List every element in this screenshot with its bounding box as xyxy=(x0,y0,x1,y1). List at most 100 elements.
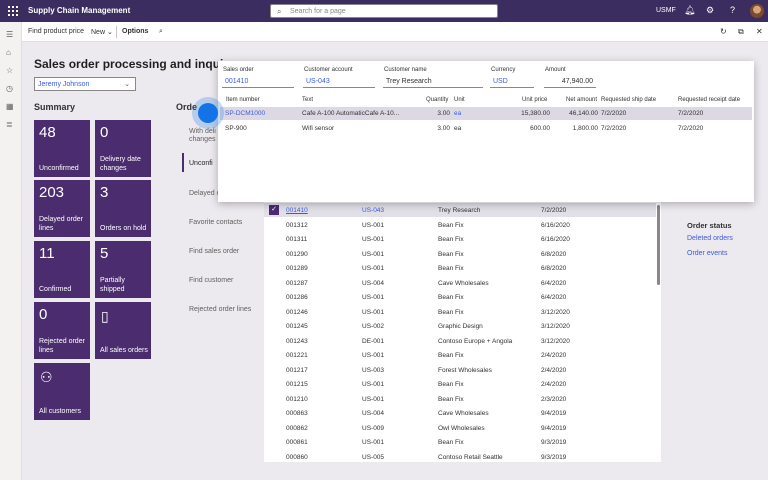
help-icon[interactable]: ? xyxy=(730,5,735,15)
rejected-order-lines-link[interactable]: Rejected order lines xyxy=(189,306,251,313)
deleted-orders-link[interactable]: Deleted orders xyxy=(687,235,733,242)
tile-all-customers[interactable]: ⚇ All customers xyxy=(34,363,90,420)
table-row[interactable]: 001217 US-003 Forest Wholesales 2/4/2020 xyxy=(264,363,656,377)
order-number-cell[interactable]: 001311 xyxy=(286,236,307,243)
table-row[interactable]: ✓ 001410 US-043 Trey Research 7/2/2020 xyxy=(264,203,656,217)
customer-account-cell[interactable]: US-001 xyxy=(362,236,384,243)
find-sales-order-link[interactable]: Find sales order xyxy=(189,248,239,255)
order-number-cell[interactable]: 001410 xyxy=(286,207,308,214)
star-icon[interactable]: ☆ xyxy=(6,66,13,75)
options-button[interactable]: Options xyxy=(122,28,148,35)
home-icon[interactable]: ⌂ xyxy=(6,48,11,57)
checkmark-icon[interactable]: ✓ xyxy=(269,205,279,215)
gear-icon[interactable]: ⚙ xyxy=(706,5,714,16)
close-icon[interactable]: ✕ xyxy=(756,27,763,36)
line-row[interactable]: SP-DCM1000 Cafe A-100 AutomaticCafe A-10… xyxy=(220,107,752,120)
table-row[interactable]: 000862 US-009 Owl Wholesales 9/4/2019 xyxy=(264,421,656,435)
bell-icon[interactable]: 🔔︎ xyxy=(684,5,695,16)
tile-delivery-date-changes[interactable]: 0 Delivery date changes xyxy=(95,120,151,177)
customer-account-cell[interactable]: US-043 xyxy=(362,207,384,214)
line-unit[interactable]: ea xyxy=(454,110,461,117)
tile-partially-shipped[interactable]: 5 Partially shipped xyxy=(95,241,151,298)
customer-account-cell[interactable]: US-001 xyxy=(362,439,384,446)
customer-account-cell[interactable]: US-003 xyxy=(362,367,384,374)
table-row[interactable]: 001312 US-001 Bean Fix 6/16/2020 xyxy=(264,218,656,232)
order-number-cell[interactable]: 001221 xyxy=(286,352,308,359)
find-customer-link[interactable]: Find customer xyxy=(189,277,233,284)
tile-orders-on-hold[interactable]: 3 Orders on hold xyxy=(95,180,151,237)
customer-account-cell[interactable]: US-001 xyxy=(362,352,384,359)
table-row[interactable]: 001286 US-001 Bean Fix 6/4/2020 xyxy=(264,290,656,304)
avatar[interactable] xyxy=(750,4,764,18)
order-number-cell[interactable]: 001287 xyxy=(286,280,308,287)
order-number-cell[interactable]: 001290 xyxy=(286,251,308,258)
customer-account-cell[interactable]: US-002 xyxy=(362,323,384,330)
customer-account-cell[interactable]: US-001 xyxy=(362,396,384,403)
table-row[interactable]: 000863 US-004 Cave Wholesales 9/4/2019 xyxy=(264,406,656,420)
table-row[interactable]: 001210 US-001 Bean Fix 2/3/2020 xyxy=(264,392,656,406)
refresh-icon[interactable]: ↻ xyxy=(720,27,727,36)
customer-account-cell[interactable]: US-001 xyxy=(362,381,384,388)
customer-account-cell[interactable]: US-005 xyxy=(362,454,384,461)
clock-icon[interactable]: ◷ xyxy=(6,84,13,93)
table-row[interactable]: 001289 US-001 Bean Fix 6/8/2020 xyxy=(264,261,656,275)
find-product-price-button[interactable]: Find product price xyxy=(28,28,84,35)
unconfirmed-tab[interactable]: Unconfi xyxy=(189,160,213,167)
delayed-orders-tab[interactable]: Delayed o xyxy=(189,190,221,197)
customer-account-value[interactable]: US-043 xyxy=(303,76,375,88)
tile-confirmed[interactable]: 11 Confirmed xyxy=(34,241,90,298)
tile-rejected-order-lines[interactable]: 0 Rejected order lines xyxy=(34,302,90,359)
order-number-cell[interactable]: 001210 xyxy=(286,396,308,403)
workspace-icon[interactable]: ▦ xyxy=(6,102,14,111)
customer-account-cell[interactable]: US-004 xyxy=(362,410,384,417)
tile-delayed-order-lines[interactable]: 203 Delayed order lines xyxy=(34,180,90,237)
new-button[interactable]: New ⌄ xyxy=(91,28,113,36)
grid-scrollbar[interactable] xyxy=(657,205,660,285)
tile-all-sales-orders[interactable]: ▯ All sales orders xyxy=(95,302,151,359)
search-input[interactable]: ⌕ Search for a page xyxy=(270,4,498,18)
line-row[interactable]: SP-900 Wifi sensor 3.00 ea 600.00 1,800.… xyxy=(220,122,752,135)
order-number-cell[interactable]: 001286 xyxy=(286,294,308,301)
popout-icon[interactable]: ⧉ xyxy=(738,27,744,37)
table-row[interactable]: 001311 US-001 Bean Fix 6/16/2020 xyxy=(264,232,656,246)
company-selector[interactable]: USMF xyxy=(656,7,676,14)
line-item-number[interactable]: SP-900 xyxy=(225,125,247,132)
table-row[interactable]: 001290 US-001 Bean Fix 6/8/2020 xyxy=(264,247,656,261)
customer-account-cell[interactable]: US-001 xyxy=(362,294,384,301)
table-row[interactable]: 001215 US-001 Bean Fix 2/4/2020 xyxy=(264,377,656,391)
sales-order-value[interactable]: 001410 xyxy=(222,76,294,88)
list-icon[interactable]: ≣ xyxy=(6,120,13,129)
customer-account-cell[interactable]: US-001 xyxy=(362,251,384,258)
order-number-cell[interactable]: 001217 xyxy=(286,367,308,374)
app-launcher-icon[interactable] xyxy=(8,6,18,16)
customer-account-cell[interactable]: US-001 xyxy=(362,309,384,316)
order-number-cell[interactable]: 001289 xyxy=(286,265,308,272)
table-row[interactable]: 001243 DE-001 Contoso Europe + Angola 3/12/… xyxy=(264,334,656,348)
order-number-cell[interactable]: 000863 xyxy=(286,410,308,417)
customer-account-cell[interactable]: US-004 xyxy=(362,280,384,287)
favorite-contacts-link[interactable]: Favorite contacts xyxy=(189,219,242,226)
order-number-cell[interactable]: 001312 xyxy=(286,222,308,229)
order-number-cell[interactable]: 001215 xyxy=(286,381,308,388)
tile-unconfirmed[interactable]: 48 Unconfirmed xyxy=(34,120,90,177)
user-dropdown[interactable]: Jeremy Johnson ⌄ xyxy=(34,77,136,91)
order-number-cell[interactable]: 001245 xyxy=(286,323,308,330)
customer-account-cell[interactable]: US-009 xyxy=(362,425,384,432)
table-row[interactable]: 000860 US-005 Contoso Retail Seattle 9/3/20… xyxy=(264,450,656,463)
table-row[interactable]: 001287 US-004 Cave Wholesales 6/4/2020 xyxy=(264,276,656,290)
line-item-number[interactable]: SP-DCM1000 xyxy=(225,110,265,117)
order-events-link[interactable]: Order events xyxy=(687,250,727,257)
hamburger-icon[interactable]: ☰ xyxy=(6,30,13,39)
customer-account-cell[interactable]: DE-001 xyxy=(362,338,384,345)
order-number-cell[interactable]: 001246 xyxy=(286,309,308,316)
order-number-cell[interactable]: 000862 xyxy=(286,425,308,432)
customer-account-cell[interactable]: US-001 xyxy=(362,222,384,229)
order-number-cell[interactable]: 000860 xyxy=(286,454,308,461)
with-delivery-changes-link[interactable]: With deli xyxy=(189,128,216,135)
order-number-cell[interactable]: 001243 xyxy=(286,338,308,345)
order-number-cell[interactable]: 000861 xyxy=(286,439,308,446)
table-row[interactable]: 001245 US-002 Graphic Design 3/12/2020 xyxy=(264,319,656,333)
line-unit[interactable]: ea xyxy=(454,125,461,132)
table-row[interactable]: 001246 US-001 Bean Fix 3/12/2020 xyxy=(264,305,656,319)
currency-value[interactable]: USD xyxy=(490,76,534,88)
